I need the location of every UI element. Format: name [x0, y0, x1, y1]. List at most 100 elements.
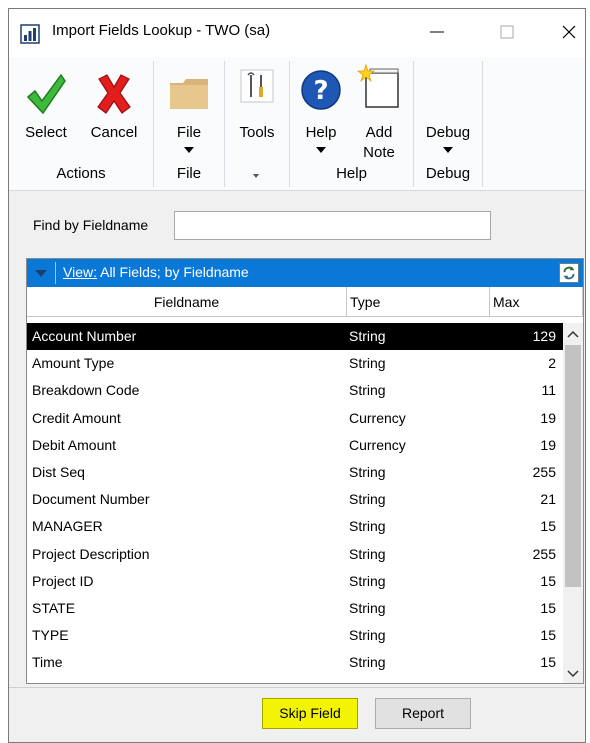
help-button[interactable]: ? Help — [294, 57, 348, 157]
cell-fieldname: Account Number — [32, 328, 137, 344]
help-label: Help — [305, 124, 337, 141]
cell-fieldname: MANAGER — [32, 518, 103, 535]
cell-type: Currency — [349, 409, 406, 426]
view-dropdown-icon[interactable] — [35, 270, 47, 277]
group-label-help: Help — [336, 165, 367, 182]
cell-max: 15 — [540, 518, 556, 535]
find-by-fieldname-input[interactable] — [174, 211, 491, 240]
cell-fieldname: Project ID — [32, 572, 94, 589]
vertical-scrollbar[interactable] — [563, 323, 583, 683]
fields-grid: View: All Fields; by Fieldname Fieldname… — [26, 258, 584, 684]
view-prefix: View: — [63, 264, 97, 280]
table-row[interactable]: Credit Amount Currency 19 — [27, 405, 563, 432]
cell-type: String — [349, 572, 386, 589]
checkmark-icon — [26, 73, 66, 115]
ribbon-group-debug: Debug Debug — [414, 57, 482, 191]
report-button[interactable]: Report — [375, 698, 471, 729]
select-label: Select — [25, 124, 67, 141]
view-bar[interactable]: View: All Fields; by Fieldname — [27, 259, 583, 287]
cell-fieldname: Credit Amount — [32, 409, 121, 426]
cell-type: Currency — [349, 436, 406, 453]
table-row[interactable]: Project Description String 255 — [27, 541, 563, 568]
cell-max: 255 — [532, 545, 556, 562]
column-header-type[interactable]: Type — [347, 287, 490, 317]
group-dropdown-icon[interactable] — [251, 173, 261, 179]
svg-text:?: ? — [313, 76, 328, 106]
scrollbar-thumb[interactable] — [565, 345, 581, 587]
help-icon: ? — [301, 70, 341, 110]
table-row[interactable]: Amount Type String 2 — [27, 350, 563, 377]
scroll-down-icon[interactable] — [563, 663, 583, 683]
table-row[interactable]: STATE String 15 — [27, 595, 563, 622]
cell-max: 129 — [532, 328, 556, 344]
ribbon-group-help: ? Help Add Note Help — [290, 57, 413, 191]
table-row[interactable]: Project ID String 15 — [27, 568, 563, 595]
view-text: View: All Fields; by Fieldname — [63, 264, 249, 280]
refresh-icon[interactable] — [559, 263, 579, 283]
cell-type: String — [349, 382, 386, 399]
maximize-icon[interactable] — [497, 22, 517, 42]
minimize-icon[interactable] — [427, 22, 447, 42]
debug-button[interactable]: Debug — [418, 57, 478, 157]
file-button[interactable]: File — [158, 57, 220, 157]
cell-max: 19 — [540, 409, 556, 426]
column-header-max[interactable]: Max — [490, 287, 583, 317]
folder-icon — [170, 79, 208, 109]
add-note-label-1: Add — [365, 124, 393, 141]
tools-button[interactable]: Tools — [229, 57, 285, 157]
table-row[interactable]: Breakdown Code String 11 — [27, 377, 563, 404]
view-description: All Fields; by Fieldname — [96, 264, 249, 280]
dropdown-arrow-icon — [443, 147, 453, 153]
cell-max: 2 — [548, 355, 556, 372]
cell-max: 15 — [540, 572, 556, 589]
red-x-icon — [97, 74, 131, 114]
import-fields-lookup-window: Import Fields Lookup - TWO (sa) Select C… — [8, 8, 586, 743]
table-row[interactable]: Time String 15 — [27, 649, 563, 676]
cell-max: 15 — [540, 599, 556, 616]
cell-fieldname: TYPE — [32, 627, 69, 644]
add-note-label-2: Note — [363, 144, 395, 161]
cancel-label: Cancel — [90, 124, 138, 141]
find-by-fieldname-label: Find by Fieldname — [33, 217, 149, 233]
scroll-up-icon[interactable] — [563, 325, 583, 345]
group-label-actions: Actions — [56, 165, 106, 182]
cell-fieldname: STATE — [32, 599, 76, 616]
select-button[interactable]: Select — [17, 57, 75, 157]
table-row[interactable]: Debit Amount Currency 19 — [27, 432, 563, 459]
cell-max: 15 — [540, 627, 556, 644]
cell-fieldname: Time — [32, 654, 63, 671]
grid-rows: Account Number String 129 Amount Type St… — [27, 323, 563, 676]
cell-max: 255 — [532, 463, 556, 480]
cell-fieldname: Project Description — [32, 545, 150, 562]
cell-max: 11 — [541, 382, 556, 399]
tools-icon — [240, 69, 274, 103]
cell-max: 15 — [540, 654, 556, 671]
app-icon — [20, 24, 40, 44]
table-row[interactable]: TYPE String 15 — [27, 622, 563, 649]
ribbon-group-tools: Tools — [225, 57, 289, 191]
cell-type: String — [349, 599, 386, 616]
skip-field-button[interactable]: Skip Field — [262, 698, 358, 729]
table-row[interactable]: MANAGER String 15 — [27, 513, 563, 540]
dropdown-arrow-icon — [316, 147, 326, 153]
cell-type: String — [349, 355, 386, 372]
cell-type: String — [349, 627, 386, 644]
close-icon[interactable] — [559, 22, 579, 42]
cell-type: String — [349, 463, 386, 480]
cell-type: String — [349, 654, 386, 671]
cell-fieldname: Breakdown Code — [32, 382, 140, 399]
add-note-button[interactable]: Add Note — [350, 57, 408, 161]
cell-fieldname: Debit Amount — [32, 436, 117, 453]
cell-type: String — [349, 328, 386, 344]
table-row[interactable]: Account Number String 129 — [27, 323, 563, 351]
cell-type: String — [349, 518, 386, 535]
group-label-debug: Debug — [425, 165, 471, 182]
cell-fieldname: Dist Seq — [32, 463, 85, 480]
window-title: Import Fields Lookup - TWO (sa) — [52, 22, 271, 39]
column-header-fieldname[interactable]: Fieldname — [27, 287, 347, 317]
cancel-button[interactable]: Cancel — [83, 57, 145, 157]
table-row[interactable]: Document Number String 21 — [27, 486, 563, 513]
title-bar: Import Fields Lookup - TWO (sa) — [9, 9, 585, 57]
table-row[interactable]: Dist Seq String 255 — [27, 459, 563, 486]
ribbon-group-file: File File — [154, 57, 224, 191]
